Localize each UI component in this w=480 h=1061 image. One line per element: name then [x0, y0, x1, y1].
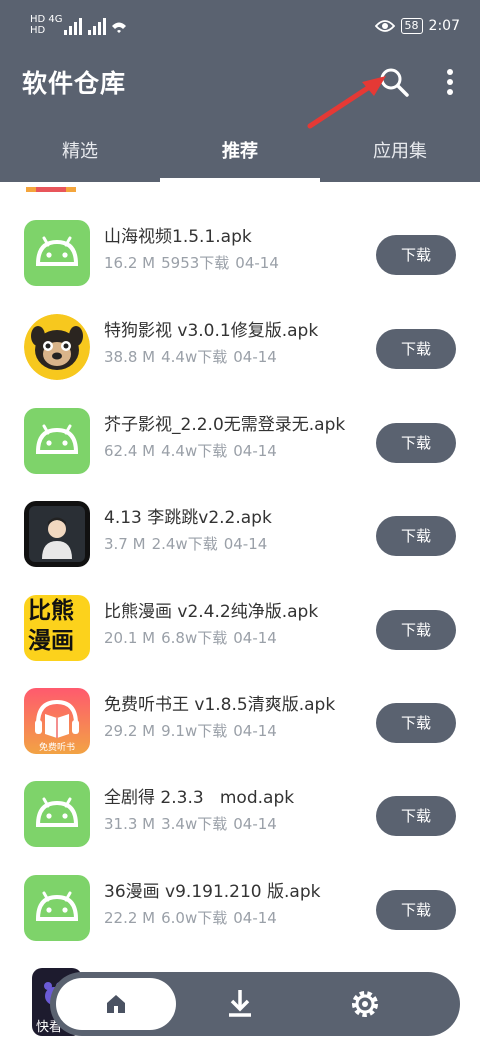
app-meta: 38.8 M 4.4w下载 04-14 [104, 348, 277, 366]
app-meta: 29.2 M 9.1w下载 04-14 [104, 722, 277, 740]
app-name: 全剧得 2.3.3 mod.apk [104, 788, 295, 808]
home-icon [107, 995, 125, 1013]
list-item[interactable]: 比熊 漫画 比熊漫画 v2.4.2纯净版.apk 20.1 M 6.8w下载 04-… [0, 595, 480, 688]
bixiong-icon: 比熊 漫画 [24, 595, 90, 661]
list-item[interactable]: 全剧得 2.3.3 mod.apk 31.3 M 3.4w下载 04-14 下载 [0, 781, 480, 874]
app-meta: 31.3 M 3.4w下载 04-14 [104, 815, 277, 833]
app-meta: 3.7 M 2.4w下载 04-14 [104, 535, 268, 553]
download-icon[interactable] [220, 984, 260, 1024]
android-icon [24, 781, 90, 847]
signal-icon [64, 18, 126, 35]
nav-home-button[interactable] [56, 978, 176, 1030]
app-meta: 16.2 M 5953下载 04-14 [104, 254, 279, 272]
clock: 2:07 [428, 18, 460, 34]
tab-recommended[interactable]: 推荐 [160, 128, 320, 176]
headphone-book-icon: 免费听书 [24, 688, 90, 754]
download-button[interactable]: 下载 [376, 423, 456, 463]
bottom-nav [50, 972, 460, 1036]
app-name: 36漫画 v9.191.210 版.apk [104, 882, 321, 902]
status-right: 58 2:07 [374, 18, 460, 34]
app-meta: 22.2 M 6.0w下载 04-14 [104, 909, 277, 927]
app-name: 芥子影视_2.2.0无需登录无.apk [104, 415, 346, 435]
app-meta: 62.4 M 4.4w下载 04-14 [104, 442, 277, 460]
list-item[interactable]: 36漫画 v9.191.210 版.apk 22.2 M 6.0w下载 04-14 … [0, 875, 480, 968]
app-name: 4.13 李跳跳v2.2.apk [104, 508, 272, 528]
app-name: 特狗影视 v3.0.1修复版.apk [104, 321, 319, 341]
battery-indicator: 58 [400, 18, 423, 34]
download-button[interactable]: 下载 [376, 610, 456, 650]
list-item[interactable]: 免费听书 免费听书王 v1.8.5清爽版.apk 29.2 M 9.1w下载 04-… [0, 688, 480, 781]
list-item[interactable]: 芥子影视_2.2.0无需登录无.apk 62.4 M 4.4w下载 04-14 下载 [0, 408, 480, 501]
app-name: 免费听书王 v1.8.5清爽版.apk [104, 695, 336, 715]
app-name: 比熊漫画 v2.4.2纯净版.apk [104, 602, 319, 622]
android-icon [24, 220, 90, 286]
download-button[interactable]: 下载 [376, 796, 456, 836]
download-button[interactable]: 下载 [376, 235, 456, 275]
download-button[interactable]: 下载 [376, 703, 456, 743]
tab-app-collections[interactable]: 应用集 [320, 128, 480, 176]
list-item-partial [24, 182, 94, 192]
person-icon [24, 501, 90, 567]
app-bar: HD 4G HD 58 2:07 软件仓库 精选 推荐 应用集 [0, 0, 480, 182]
download-button[interactable]: 下载 [376, 890, 456, 930]
tab-featured[interactable]: 精选 [0, 128, 160, 176]
android-icon [24, 875, 90, 941]
download-button[interactable]: 下载 [376, 329, 456, 369]
pug-icon [24, 314, 90, 380]
app-name: 山海视频1.5.1.apk [104, 227, 252, 247]
list-item[interactable]: 山海视频1.5.1.apk 16.2 M 5953下载 04-14 下载 [0, 220, 480, 313]
more-vert-icon[interactable] [440, 66, 460, 98]
download-button[interactable]: 下载 [376, 516, 456, 556]
list-item[interactable]: 4.13 李跳跳v2.2.apk 3.7 M 2.4w下载 04-14 下载 [0, 501, 480, 594]
status-bar: HD 4G HD 58 2:07 [0, 0, 480, 56]
page-title: 软件仓库 [22, 69, 127, 98]
eye-icon [374, 20, 395, 32]
android-icon [24, 408, 90, 474]
network-indicator: HD 4G HD [30, 14, 63, 36]
app-meta: 20.1 M 6.8w下载 04-14 [104, 629, 277, 647]
settings-icon[interactable] [345, 984, 385, 1024]
tab-indicator [160, 178, 320, 182]
tab-bar: 精选 推荐 应用集 [0, 128, 480, 182]
annotation-arrow [307, 76, 386, 129]
list-item[interactable]: 特狗影视 v3.0.1修复版.apk 38.8 M 4.4w下载 04-14 下载 [0, 314, 480, 407]
